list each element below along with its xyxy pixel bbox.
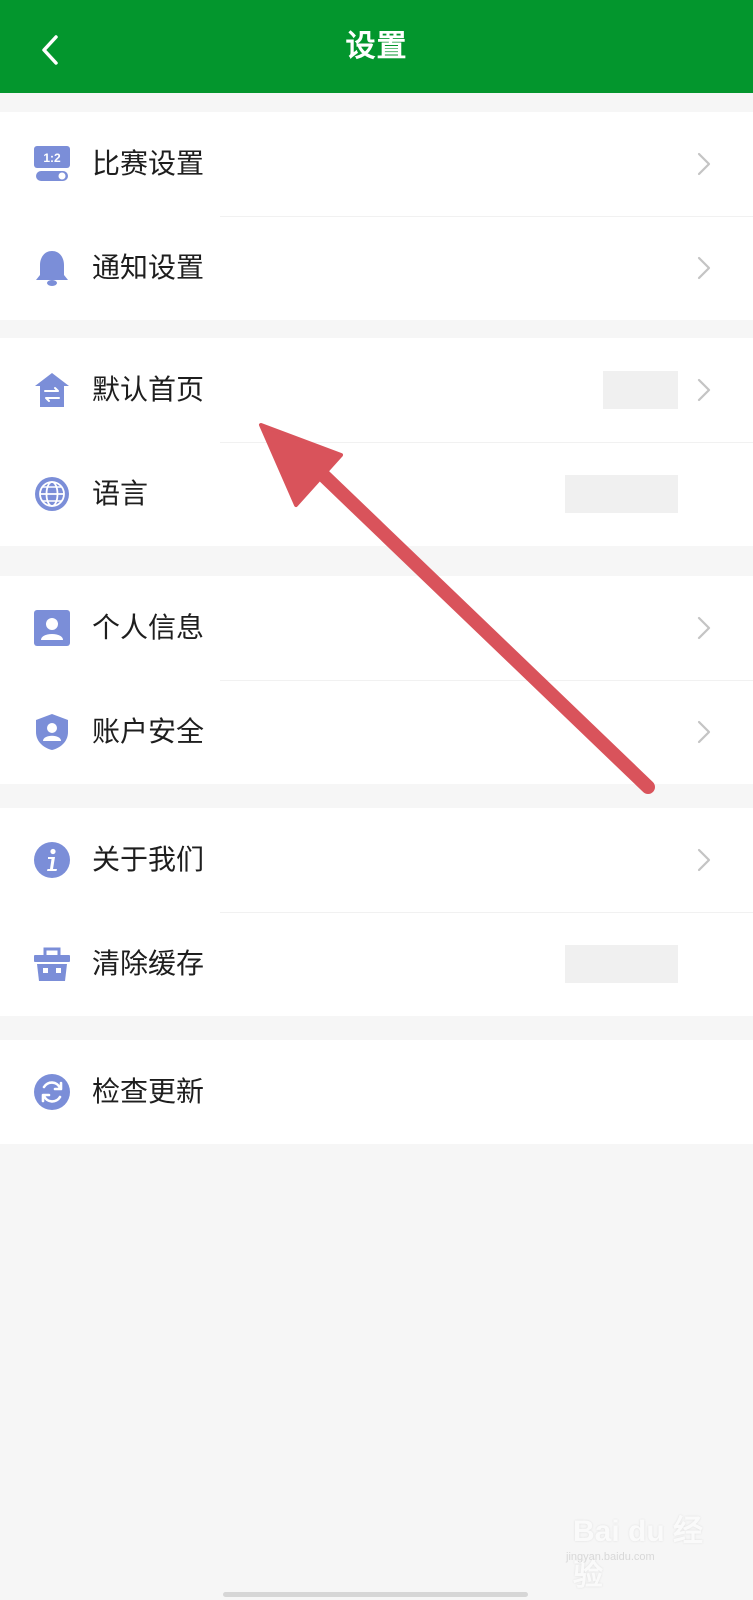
- settings-item-language[interactable]: 语言: [0, 442, 753, 546]
- setting-value: [603, 371, 678, 409]
- settings-item-label: 关于我们: [92, 843, 205, 876]
- home-switch-icon: [35, 373, 69, 407]
- settings-item-check-update[interactable]: 检查更新: [0, 1040, 753, 1144]
- settings-group-1: 1:2 比赛设置 通知设置: [0, 112, 753, 320]
- settings-item-match[interactable]: 1:2 比赛设置: [0, 112, 753, 216]
- setting-value: [565, 945, 678, 983]
- settings-item-label: 比赛设置: [92, 147, 205, 180]
- chevron-right-icon: [697, 152, 711, 176]
- globe-icon: [35, 477, 69, 511]
- settings-item-label: 通知设置: [92, 251, 205, 284]
- basket-icon: [34, 947, 70, 981]
- chevron-right-icon: [697, 256, 711, 280]
- settings-item-clear-cache[interactable]: 清除缓存: [0, 912, 753, 1016]
- settings-item-label: 默认首页: [92, 373, 205, 406]
- chevron-right-icon: [697, 720, 711, 744]
- settings-item-notification[interactable]: 通知设置: [0, 216, 753, 320]
- svg-text:1:2: 1:2: [43, 151, 61, 165]
- settings-item-about-us[interactable]: 关于我们: [0, 808, 753, 912]
- refresh-icon: [34, 1074, 70, 1110]
- shield-user-icon: [36, 714, 68, 750]
- setting-value: [565, 475, 678, 513]
- settings-item-label: 个人信息: [92, 611, 205, 644]
- settings-group-4: 关于我们 清除缓存: [0, 808, 753, 1016]
- person-card-icon: [34, 610, 70, 646]
- watermark: Bai du 经验 jingyan.baidu.com: [566, 1476, 723, 1592]
- match-score-icon: 1:2: [34, 146, 70, 181]
- settings-item-personal-info[interactable]: 个人信息: [0, 576, 753, 680]
- watermark-brand: Bai du 经验: [573, 1515, 704, 1592]
- chevron-right-icon: [697, 848, 711, 872]
- app-header: 设置: [0, 0, 753, 93]
- bell-icon: [36, 251, 68, 286]
- page-title: 设置: [345, 29, 408, 64]
- info-icon: [34, 842, 70, 878]
- chevron-right-icon: [697, 378, 711, 402]
- settings-group-3: 个人信息 账户安全: [0, 576, 753, 784]
- home-indicator[interactable]: [223, 1592, 528, 1597]
- settings-item-account-security[interactable]: 账户安全: [0, 680, 753, 784]
- settings-item-label: 清除缓存: [92, 947, 205, 980]
- settings-item-default-home[interactable]: 默认首页: [0, 338, 753, 442]
- settings-group-2: 默认首页 语言: [0, 338, 753, 546]
- chevron-right-icon: [697, 616, 711, 640]
- settings-item-label: 语言: [92, 477, 149, 510]
- settings-item-label: 检查更新: [92, 1075, 205, 1108]
- settings-item-label: 账户安全: [92, 715, 205, 748]
- settings-group-5: 检查更新: [0, 1040, 753, 1144]
- watermark-url: jingyan.baidu.com: [566, 1551, 655, 1563]
